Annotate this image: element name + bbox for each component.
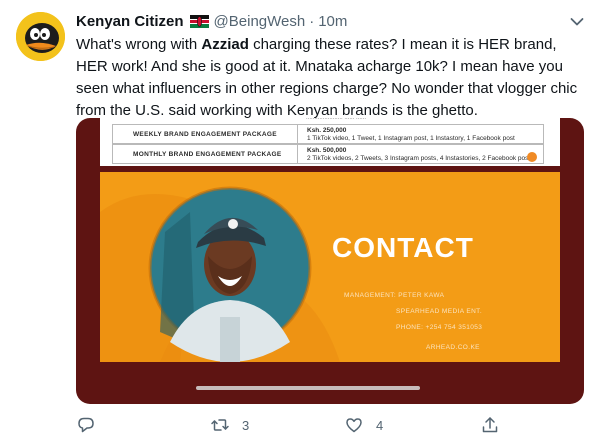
contact-panel: CONTACT MANAGEMENT: PETER KAWA SPEARHEAD…	[100, 172, 560, 362]
column-divider	[297, 125, 298, 143]
retweet-button[interactable]: 3	[210, 414, 249, 436]
rate-row-monthly: MONTHLY BRAND ENGAGEMENT PACKAGE Ksh. 50…	[112, 144, 544, 164]
media-image: ...................... ...... ...... WEE…	[100, 118, 560, 374]
media-scrub-bar[interactable]	[196, 386, 420, 390]
orange-dot-icon	[527, 152, 537, 162]
avatar[interactable]	[16, 12, 65, 61]
package-price: Ksh. 500,000	[307, 147, 347, 154]
rate-row-weekly: WEEKLY BRAND ENGAGEMENT PACKAGE Ksh. 250…	[112, 124, 544, 144]
tweet: Kenyan Citizen @BeingWesh · 10m What's w…	[0, 0, 599, 442]
package-details: 2 TikTok videos, 2 Tweets, 3 Instagram p…	[307, 155, 534, 162]
tweet-text-bold-name: Azziad	[201, 36, 249, 53]
contact-panel-artwork	[100, 186, 340, 362]
tweet-actions: 3 4	[76, 414, 516, 436]
tweet-text: What's wrong with Azziad charging these …	[76, 34, 588, 122]
separator-dot: ·	[309, 12, 315, 30]
user-handle[interactable]: @BeingWesh	[214, 13, 306, 30]
tweet-header: Kenyan Citizen @BeingWesh · 10m	[76, 11, 347, 31]
heart-icon	[346, 418, 362, 433]
retweet-icon	[211, 419, 229, 431]
package-price: Ksh. 250,000	[307, 127, 347, 134]
like-count: 4	[376, 417, 384, 433]
timestamp[interactable]: 10m	[318, 13, 347, 30]
reply-icon	[78, 417, 94, 433]
share-icon	[482, 417, 498, 433]
column-divider	[297, 145, 298, 163]
display-name[interactable]: Kenyan Citizen	[76, 13, 184, 30]
duck-avatar-icon	[16, 12, 65, 61]
rate-card-table: ...................... ...... ...... WEE…	[100, 118, 560, 166]
company-info: SPEARHEAD MEDIA ENT.	[396, 308, 483, 315]
email-info: ARHEAD.CO.KE	[426, 344, 480, 351]
share-button[interactable]	[480, 414, 500, 436]
partial-text-line: ...................... ...... ......	[306, 118, 367, 121]
management-info: MANAGEMENT: PETER KAWA	[344, 292, 445, 299]
tweet-text-part-1: What's wrong with	[76, 36, 202, 53]
retweet-count: 3	[242, 417, 250, 433]
contact-title: CONTACT	[332, 232, 474, 263]
package-details: 1 TikTok video, 1 Tweet, 1 Instagram pos…	[307, 135, 515, 142]
package-name: MONTHLY BRAND ENGAGEMENT PACKAGE	[133, 151, 282, 158]
phone-info: PHONE: +254 754 351053	[396, 324, 483, 331]
more-options-chevron-icon[interactable]	[568, 13, 586, 31]
kenya-flag-icon	[189, 14, 209, 28]
package-name: WEEKLY BRAND ENGAGEMENT PACKAGE	[133, 131, 277, 138]
reply-button[interactable]	[76, 414, 96, 436]
like-button[interactable]: 4	[344, 414, 383, 436]
tweet-media[interactable]: ...................... ...... ...... WEE…	[76, 118, 584, 404]
